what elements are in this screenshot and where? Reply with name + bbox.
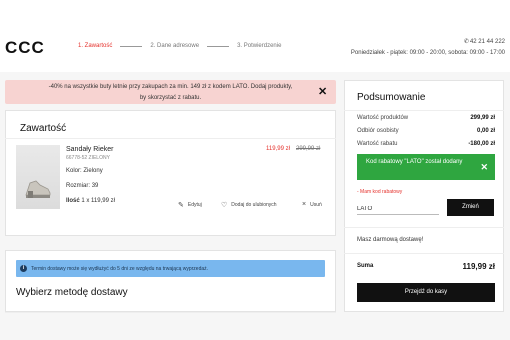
summary-row: Odbiór osobisty 0,00 zł: [357, 128, 495, 134]
quantity-value: 1 x 119,99 zł: [81, 198, 115, 204]
step-confirmation: 3. Potwierdzenie: [237, 43, 282, 49]
add-to-favorites-button[interactable]: ♡ Dodaj do ulubionych: [221, 201, 277, 209]
sandal-icon: [25, 180, 51, 198]
step-content: 1. Zawartość: [78, 43, 113, 49]
quantity-label: Ilość: [66, 198, 80, 204]
remove-button[interactable]: × Usuń: [302, 201, 322, 208]
product-name[interactable]: Sandały Rieker: [66, 146, 113, 153]
total-label: Suma: [357, 263, 374, 269]
divider: [5, 138, 336, 139]
divider: [344, 110, 504, 111]
color-value: Zielony: [83, 168, 103, 174]
delivery-title: Wybierz metodę dostawy: [16, 287, 128, 298]
coupon-success-text: Kod rabatowy "LATO" został dodany: [366, 159, 463, 165]
divider: [344, 227, 504, 228]
phone-icon: ✆: [463, 39, 469, 45]
coupon-success-message: Kod rabatowy "LATO" został dodany ✕: [357, 154, 495, 180]
summary-title: Podsumowanie: [357, 92, 426, 103]
color-label: Kolor:: [66, 168, 82, 174]
opening-hours: Poniedziałek - piątek: 09:00 - 20:00, so…: [350, 50, 505, 56]
edit-label: Edytuj: [187, 202, 202, 208]
summary-row: Wartość rabatu -180,00 zł: [357, 141, 495, 147]
delivery-notice: i Termin dostawy może się wydłużyć do 5 …: [16, 260, 325, 277]
product-quantity: Ilość 1 x 119,99 zł: [66, 198, 115, 204]
coupon-input[interactable]: [357, 203, 439, 215]
step-divider: [207, 45, 230, 47]
close-icon[interactable]: ✕: [318, 85, 327, 98]
step-address: 2. Dane adresowe: [150, 43, 200, 49]
favorites-label: Dodaj do ulubionych: [231, 202, 277, 208]
edit-button[interactable]: ✎ Edytuj: [178, 201, 202, 209]
checkout-steps: 1. Zawartość 2. Dane adresowe 3. Potwier…: [78, 43, 281, 49]
promo-banner: -40% na wszystkie buty letnie przy zakup…: [5, 80, 336, 104]
price-current: 119,99 zł: [266, 146, 290, 152]
summary-row-value: 299,99 zł: [470, 115, 495, 121]
summary-row-value: -180,00 zł: [468, 141, 495, 147]
promo-line-1: -40% na wszystkie buty letnie przy zakup…: [48, 84, 293, 90]
cart-title: Zawartość: [20, 123, 67, 134]
header: CCC 1. Zawartość 2. Dane adresowe 3. Pot…: [0, 0, 510, 72]
remove-label: Usuń: [310, 201, 322, 208]
coupon-toggle[interactable]: - Mam kod rabatowy: [357, 189, 402, 195]
logo[interactable]: CCC: [5, 38, 45, 58]
product-code: 66778-52 ZIELONY: [66, 155, 110, 161]
summary-row-value: 0,00 zł: [476, 128, 495, 134]
contact-info: ✆42 21 44 222 Poniedziałek - piątek: 09:…: [351, 37, 505, 59]
product-size: Rozmiar: 39: [66, 183, 98, 189]
close-icon[interactable]: ✕: [480, 162, 488, 172]
product-color: Kolor: Zielony: [66, 168, 103, 174]
close-icon: ×: [302, 201, 307, 208]
delivery-notice-text: Termin dostawy może się wydłużyć do 5 dn…: [31, 265, 209, 272]
info-icon: i: [20, 265, 27, 272]
divider: [344, 253, 504, 254]
promo-line-2: by skorzystać z rabatu.: [139, 95, 202, 101]
heart-icon: ♡: [221, 202, 228, 209]
divider: [5, 312, 336, 313]
checkout-button[interactable]: Przejdź do kasy: [357, 283, 495, 302]
price-original: 299,99 zł: [296, 146, 321, 152]
size-label: Rozmiar:: [66, 183, 91, 189]
total-value: 119,99 zł: [462, 262, 495, 271]
summary-row-label: Odbiór osobisty: [357, 128, 399, 134]
summary-row-label: Wartość rabatu: [357, 141, 398, 147]
summary-row: Wartość produktów 299,99 zł: [357, 115, 495, 121]
free-shipping-text: Masz darmową dostawę!: [357, 237, 424, 243]
pencil-icon: ✎: [178, 202, 184, 209]
change-coupon-button[interactable]: Zmień: [447, 199, 494, 216]
size-value: 39: [91, 183, 99, 189]
summary-row-label: Wartość produktów: [357, 115, 409, 121]
step-divider: [120, 45, 143, 47]
phone-number[interactable]: 42 21 44 222: [470, 39, 505, 45]
